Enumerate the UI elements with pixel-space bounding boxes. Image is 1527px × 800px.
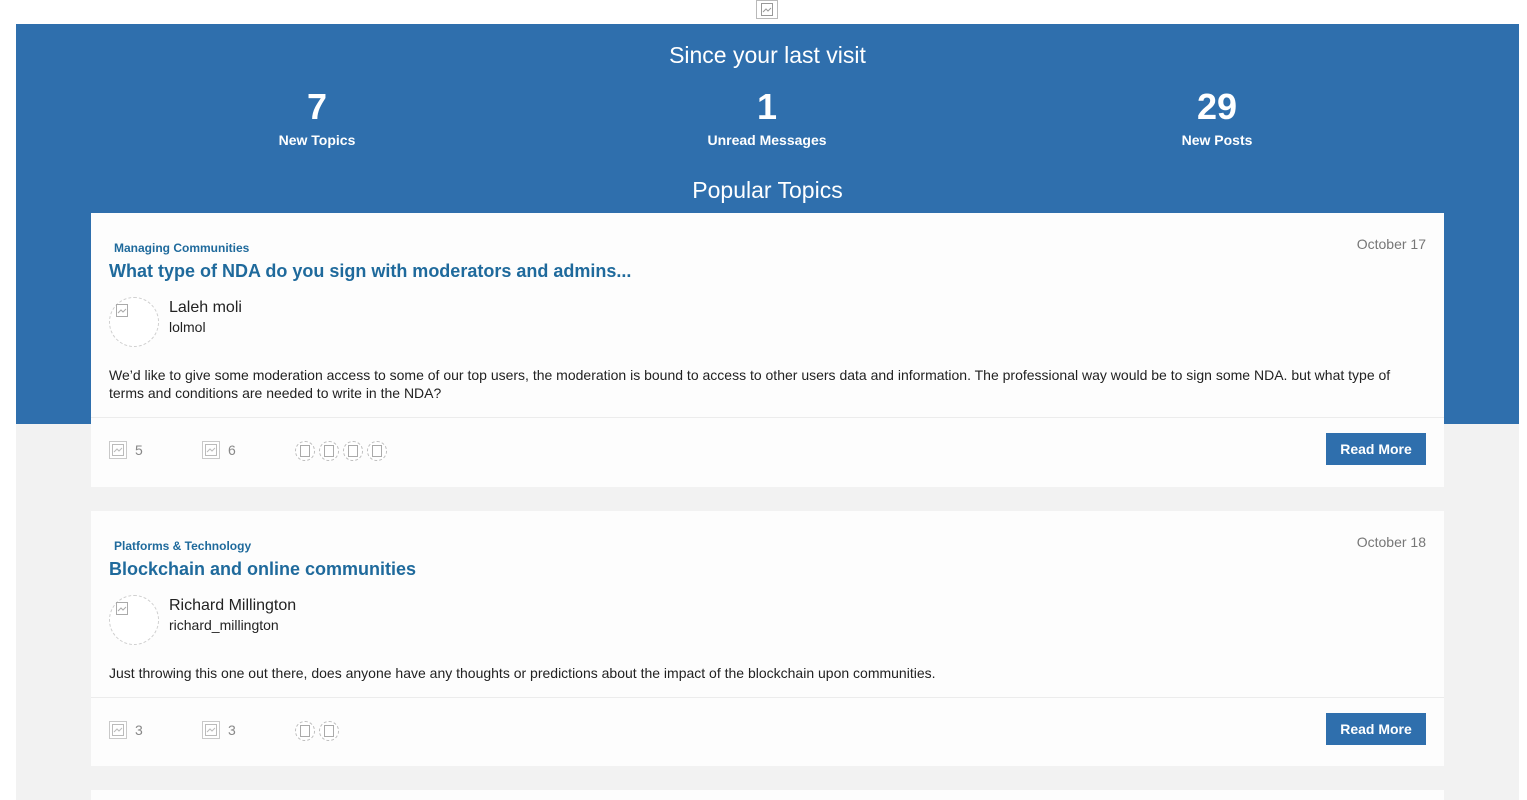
stat-value: 29: [1196, 86, 1238, 127]
like-count-value: 3: [228, 722, 236, 738]
stat-new-topics[interactable]: 7 New Topics: [167, 86, 467, 148]
topic-excerpt: We’d like to give some moderation access…: [109, 367, 1391, 401]
topic-card: Managing Communities October 17 What typ…: [91, 213, 1444, 487]
author-username: lolmol: [169, 319, 206, 335]
author-avatar[interactable]: [109, 297, 159, 347]
stat-label: Unread Messages: [707, 132, 827, 148]
author-name[interactable]: Richard Millington: [169, 597, 296, 615]
topic-card-footer: 5 6 Read More: [91, 417, 1444, 488]
like-count: 3: [202, 720, 236, 740]
topic-category-link[interactable]: Managing Communities: [114, 241, 249, 255]
reply-count-value: 3: [135, 722, 143, 738]
participant-avatar-icon[interactable]: [367, 441, 387, 461]
author-avatar[interactable]: [109, 595, 159, 645]
like-count-icon: [202, 721, 220, 739]
author-username: richard_millington: [169, 617, 279, 633]
read-more-button[interactable]: Read More: [1326, 433, 1426, 465]
stat-new-posts[interactable]: 29 New Posts: [1067, 86, 1367, 148]
reply-count-value: 5: [135, 442, 143, 458]
like-count: 6: [202, 440, 236, 460]
reply-count: 3: [109, 720, 143, 740]
participant-avatar-icon[interactable]: [295, 721, 315, 741]
stat-unread-messages[interactable]: 1 Unread Messages: [617, 86, 917, 148]
hero-title: Since your last visit: [669, 42, 866, 68]
participant-avatar-icon[interactable]: [319, 721, 339, 741]
topic-title-link[interactable]: Blockchain and online communities: [109, 559, 416, 580]
topic-card: Platforms & Technology October 18 Blockc…: [91, 511, 1444, 766]
topic-card: [91, 790, 1444, 800]
participant-avatar-icon[interactable]: [295, 441, 315, 461]
topic-date: October 17: [1356, 236, 1426, 252]
stat-label: New Topics: [278, 132, 356, 148]
participant-avatars: [295, 721, 343, 741]
topic-title-link[interactable]: What type of NDA do you sign with modera…: [109, 261, 631, 282]
like-count-icon: [202, 441, 220, 459]
participant-avatars: [295, 441, 391, 461]
topic-excerpt: Just throwing this one out there, does a…: [109, 665, 936, 681]
read-more-button[interactable]: Read More: [1326, 713, 1426, 745]
topic-category-link[interactable]: Platforms & Technology: [114, 539, 251, 553]
topic-card-footer: 3 3 Read More: [91, 697, 1444, 767]
stat-value: 1: [756, 86, 778, 127]
reply-count: 5: [109, 440, 143, 460]
participant-avatar-icon[interactable]: [319, 441, 339, 461]
reply-count-icon: [109, 441, 127, 459]
topic-date: October 18: [1356, 534, 1426, 550]
stat-label: New Posts: [1181, 132, 1253, 148]
stat-value: 7: [306, 86, 328, 127]
reply-count-icon: [109, 721, 127, 739]
like-count-value: 6: [228, 442, 236, 458]
participant-avatar-icon[interactable]: [343, 441, 363, 461]
popular-topics-heading: Popular Topics: [692, 177, 843, 203]
author-name[interactable]: Laleh moli: [169, 299, 242, 317]
site-logo-icon[interactable]: [756, 0, 778, 19]
